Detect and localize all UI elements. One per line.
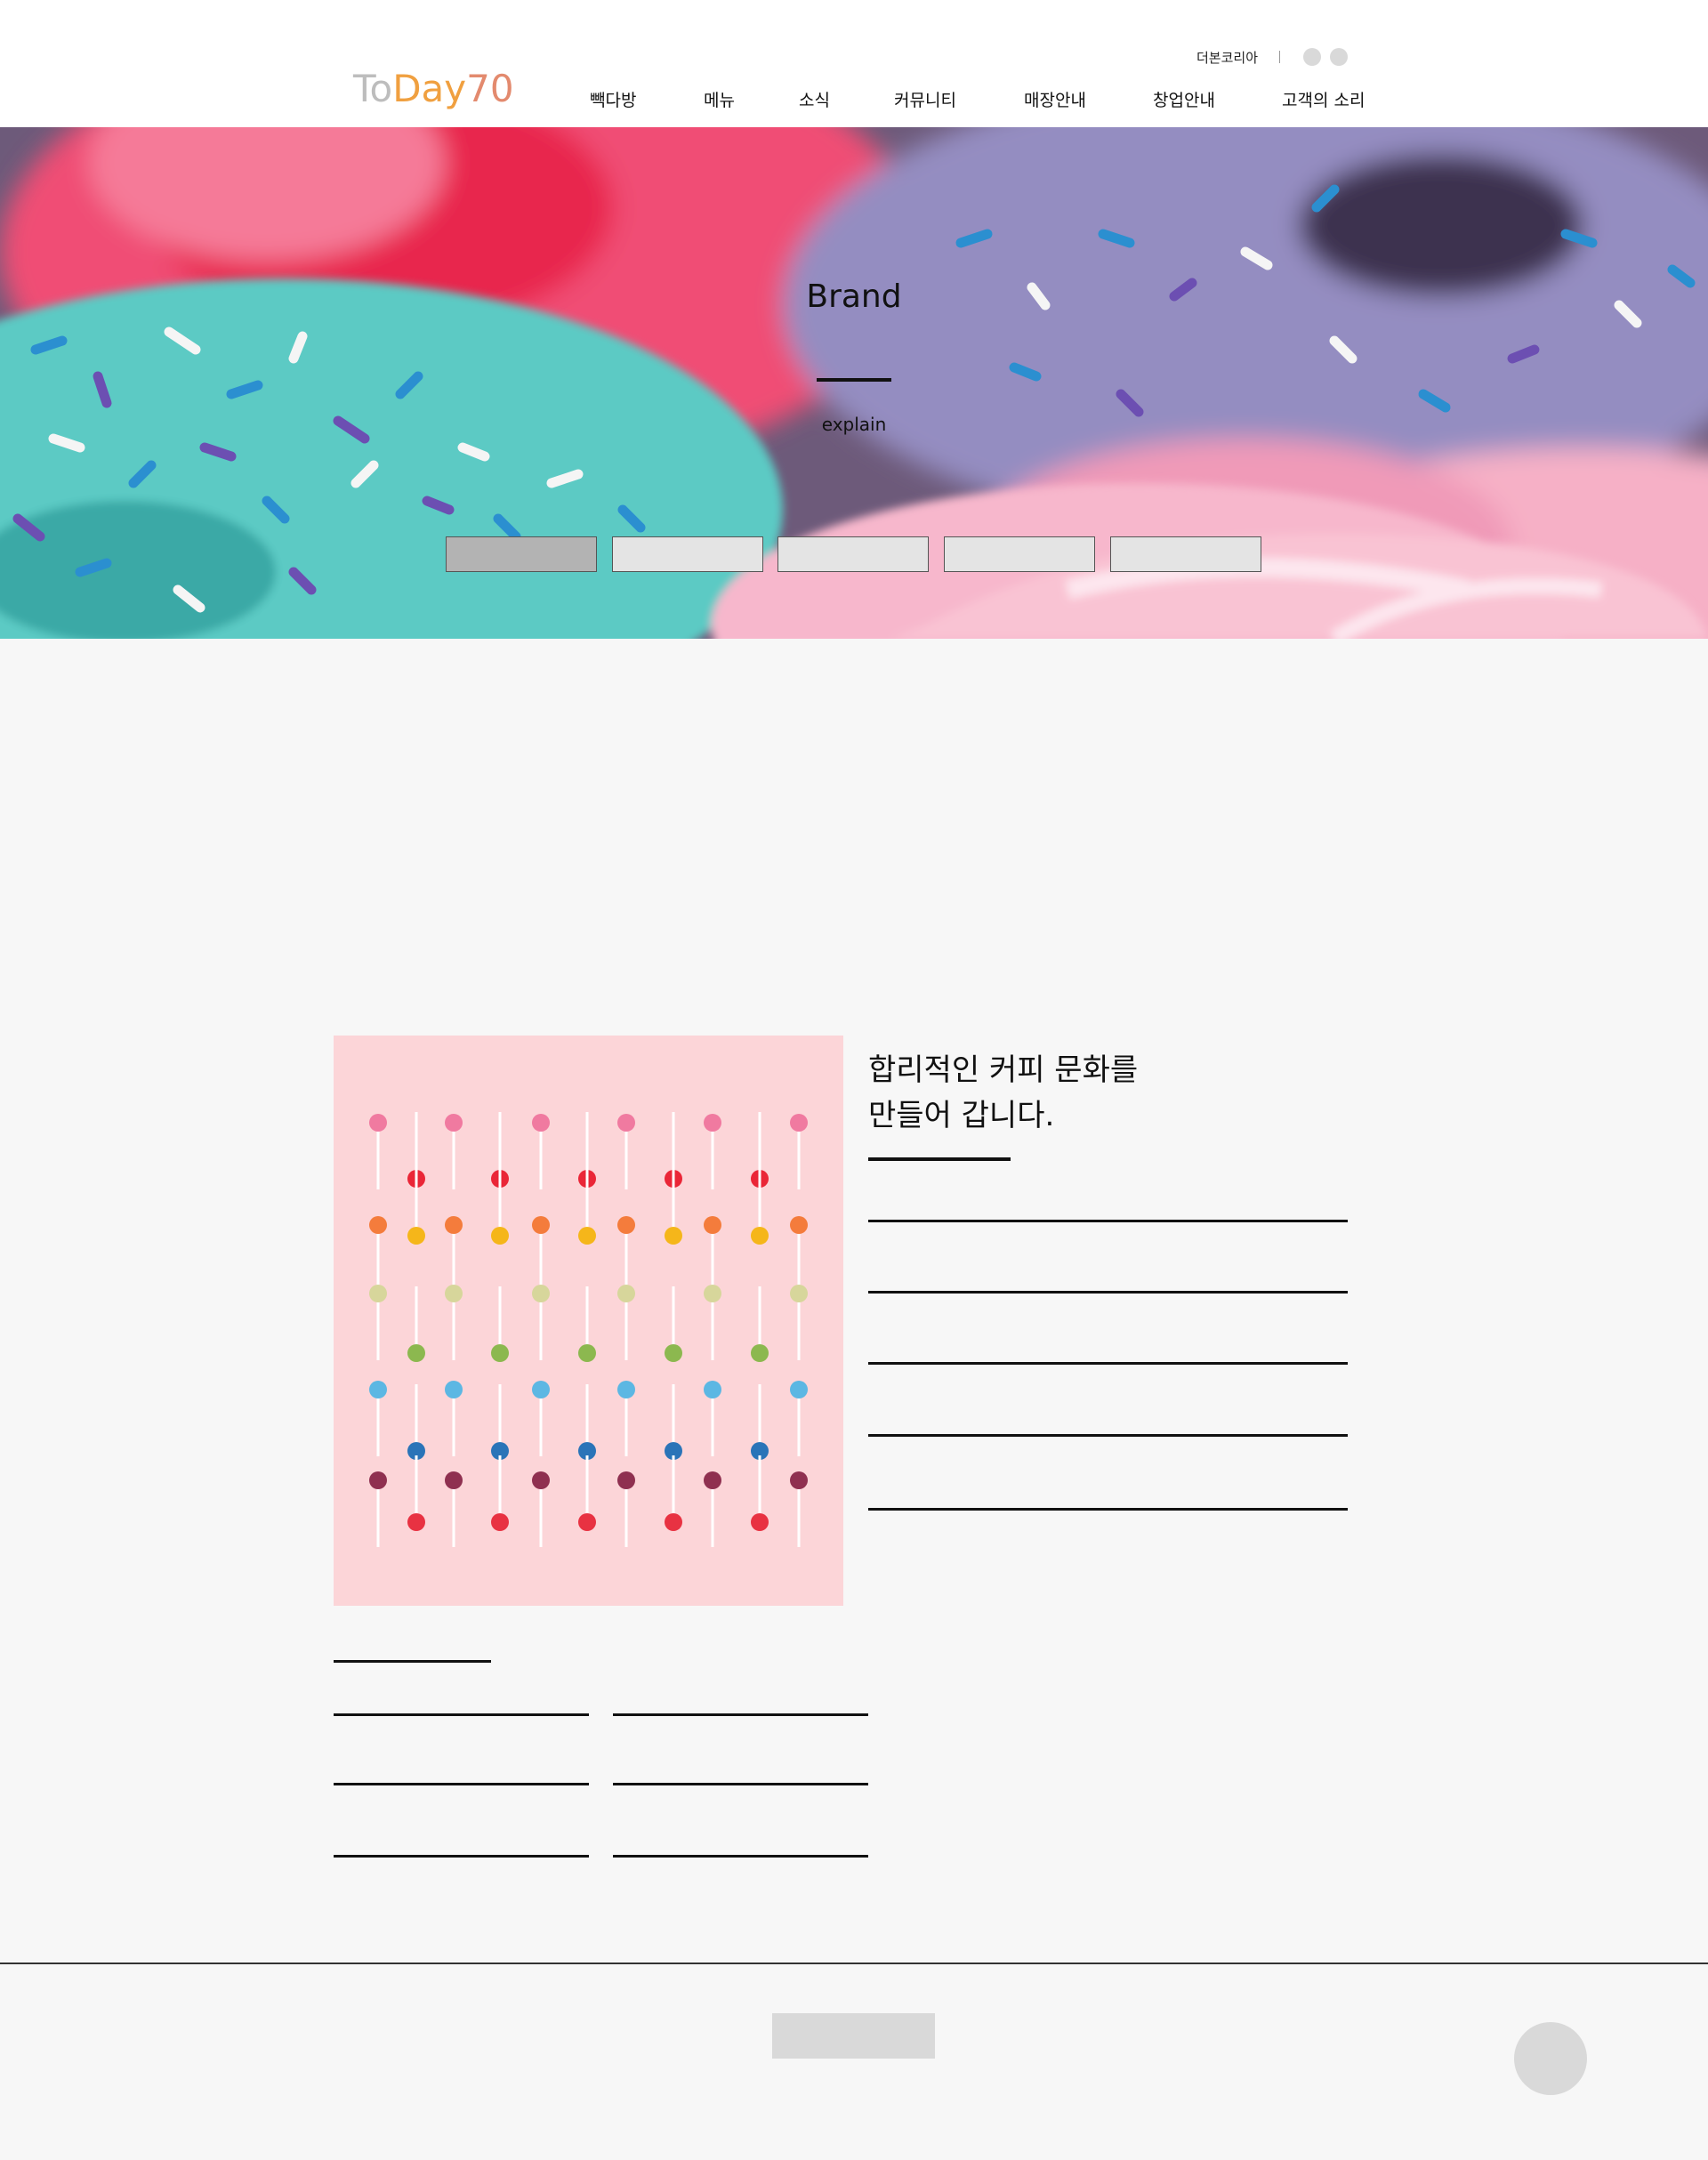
placeholder-line-left-3a [334,1855,589,1858]
nav-item-voice[interactable]: 고객의 소리 [1282,87,1365,111]
hero-tab-3[interactable] [777,536,929,572]
hero-title-underline [817,378,891,382]
scroll-top-button[interactable] [1514,2022,1587,2095]
placeholder-line-right-4 [868,1434,1348,1437]
nav-item-news[interactable]: 소식 [799,87,830,111]
nav-item-community[interactable]: 커뮤니티 [894,87,956,111]
placeholder-line-right-3 [868,1362,1348,1365]
util-circle-icon-1[interactable] [1303,48,1322,66]
utility-bar: 더본코리아 [1196,46,1357,68]
nav-item-menu[interactable]: 메뉴 [704,87,735,111]
placeholder-line-left-3b [613,1855,868,1858]
hero-tab-1[interactable] [446,536,597,572]
logo-text-70: 70 [466,67,514,110]
hero-banner: Brand explain [0,127,1708,639]
lollipop-pattern [369,1112,808,1547]
heading-accent-line [868,1157,1011,1161]
heading-line-2: 만들어 갑니다. [868,1098,1055,1133]
placeholder-line-left-2b [613,1783,868,1785]
placeholder-line-short [334,1660,491,1663]
site-footer [0,1963,1708,2160]
util-divider [1279,51,1281,63]
site-header: ToDay70 더본코리아 빽다방 메뉴 소식 커뮤니티 매장안내 창업안내 고… [0,0,1708,127]
heading-line-1: 합리적인 커피 문화를 [868,1052,1139,1088]
hero-tab-5[interactable] [1110,536,1261,572]
util-link-company[interactable]: 더본코리아 [1196,48,1258,67]
logo-text-day: Day [392,67,467,110]
placeholder-line-left-2a [334,1783,589,1785]
util-circle-icon-2[interactable] [1330,48,1349,66]
placeholder-line-right-1 [868,1220,1348,1222]
hero-tab-4[interactable] [944,536,1095,572]
placeholder-line-right-2 [868,1291,1348,1294]
footer-logo-placeholder [772,2013,935,2059]
placeholder-line-left-1b [613,1713,868,1716]
placeholder-line-right-5 [868,1508,1348,1511]
hero-title: Brand [806,278,902,315]
lollipop-image [334,1036,843,1606]
nav-item-franchise[interactable]: 창업안내 [1153,87,1215,111]
hero-tab-2[interactable] [612,536,763,572]
section-heading: 합리적인 커피 문화를 만들어 갑니다. [868,1048,1138,1139]
brand-logo[interactable]: ToDay70 [353,62,514,116]
logo-text-to: To [353,67,393,110]
nav-item-paik[interactable]: 빽다방 [590,87,636,111]
placeholder-line-left-1a [334,1713,589,1716]
nav-item-stores[interactable]: 매장안내 [1024,87,1086,111]
hero-subtitle: explain [821,414,887,435]
